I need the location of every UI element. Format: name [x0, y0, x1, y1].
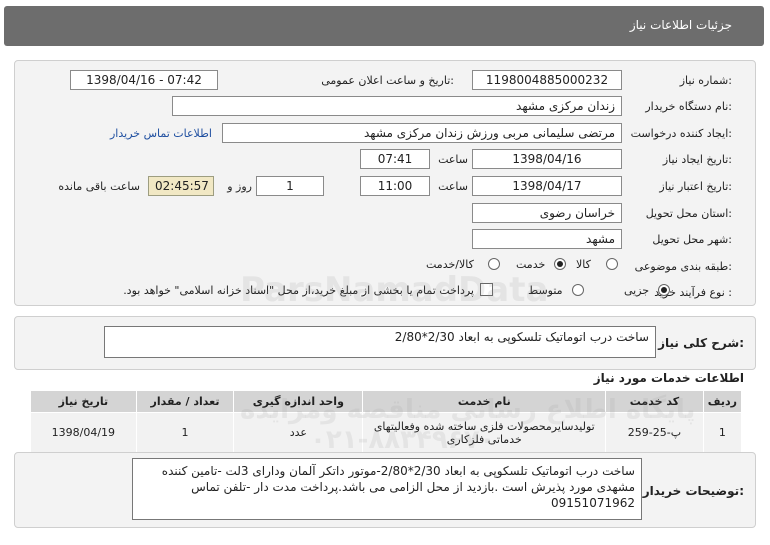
remaining-days-label: روز و: [227, 180, 252, 193]
created-time-label: ساعت: [438, 153, 468, 166]
validity-time-label: ساعت: [438, 180, 468, 193]
requester-field: مرتضی سلیمانی مربی ورزش زندان مرکزی مشهد: [222, 123, 622, 143]
cell-quantity: 1: [135, 412, 235, 453]
city-label: شهر محل تحویل:: [652, 233, 732, 246]
buyer-org-field: زندان مرکزی مشهد: [172, 96, 622, 116]
col-row: ردیف: [702, 390, 743, 413]
treasury-payment-checkbox[interactable]: [480, 283, 493, 296]
treasury-payment-note: پرداخت تمام یا بخشی از مبلغ خرید،از محل …: [123, 284, 474, 297]
remaining-time-field: 02:45:57: [148, 176, 214, 196]
buyer-contact-link[interactable]: اطلاعات تماس خریدار: [110, 127, 212, 140]
validity-time-field: 11:00: [360, 176, 430, 196]
announce-field: 1398/04/16 - 07:42: [70, 70, 218, 90]
process-medium-label: متوسط: [528, 284, 563, 297]
buyer-org-label: نام دستگاه خریدار:: [645, 100, 732, 113]
services-table: ردیف کد خدمت نام خدمت واحد اندازه گیری ت…: [30, 390, 743, 453]
category-goods-service-label: کالا/خدمت: [426, 258, 474, 271]
requester-label: ایجاد کننده درخواست:: [630, 127, 732, 140]
cell-service-code: پ-25-259: [605, 412, 704, 453]
category-label: طبقه بندی موضوعی:: [634, 260, 732, 273]
remaining-days-field: 1: [256, 176, 324, 196]
cell-row: 1: [702, 412, 743, 453]
process-medium-radio[interactable]: [572, 284, 584, 296]
category-service-radio[interactable]: [554, 258, 566, 270]
category-goods-label: کالا: [576, 258, 591, 271]
need-number-label: شماره نیاز:: [679, 74, 732, 87]
province-label: استان محل تحویل:: [645, 207, 732, 220]
created-date-label: تاریخ ایجاد نیاز:: [662, 153, 732, 166]
category-goods-radio[interactable]: [606, 258, 618, 270]
col-need-date: تاریخ نیاز: [30, 390, 137, 413]
validity-date-label: تاریخ اعتبار نیاز:: [659, 180, 732, 193]
need-number-field: 1198004885000232: [472, 70, 622, 90]
buyer-notes-field: ساخت درب اتوماتیک تلسکوپی به ابعاد 2/30*…: [132, 458, 642, 520]
created-date-field: 1398/04/16: [472, 149, 622, 169]
col-service-code: کد خدمت: [605, 390, 704, 413]
buyer-notes-label: توضیحات خریدار:: [642, 484, 744, 498]
remaining-time-label: ساعت باقی مانده: [58, 180, 140, 193]
col-quantity: تعداد / مقدار: [135, 390, 235, 413]
process-minor-radio[interactable]: [658, 284, 670, 296]
created-time-field: 07:41: [360, 149, 430, 169]
validity-date-field: 1398/04/17: [472, 176, 622, 196]
city-field: مشهد: [472, 229, 622, 249]
col-service-name: نام خدمت: [362, 390, 607, 413]
province-field: خراسان رضوی: [472, 203, 622, 223]
cell-service-name: تولیدسایرمحصولات فلزی ساخته شده وفعالیته…: [362, 412, 607, 453]
summary-field: ساخت درب اتوماتیک تلسکوپی به ابعاد 2/30*…: [104, 326, 656, 358]
category-service-label: خدمت: [516, 258, 546, 271]
summary-label: شرح کلی نیاز:: [658, 336, 744, 350]
page-title: جزئیات اطلاعات نیاز: [629, 18, 732, 32]
table-row: 1 پ-25-259 تولیدسایرمحصولات فلزی ساخته ش…: [30, 412, 743, 453]
category-goods-service-radio[interactable]: [488, 258, 500, 270]
col-unit: واحد اندازه گیری: [233, 390, 364, 413]
process-minor-label: جزیی: [624, 284, 650, 297]
announce-label: تاریخ و ساعت اعلان عمومی:: [321, 74, 454, 87]
cell-need-date: 1398/04/19: [30, 412, 137, 453]
services-title: اطلاعات خدمات مورد نیاز: [593, 371, 744, 385]
cell-unit: عدد: [233, 412, 364, 453]
